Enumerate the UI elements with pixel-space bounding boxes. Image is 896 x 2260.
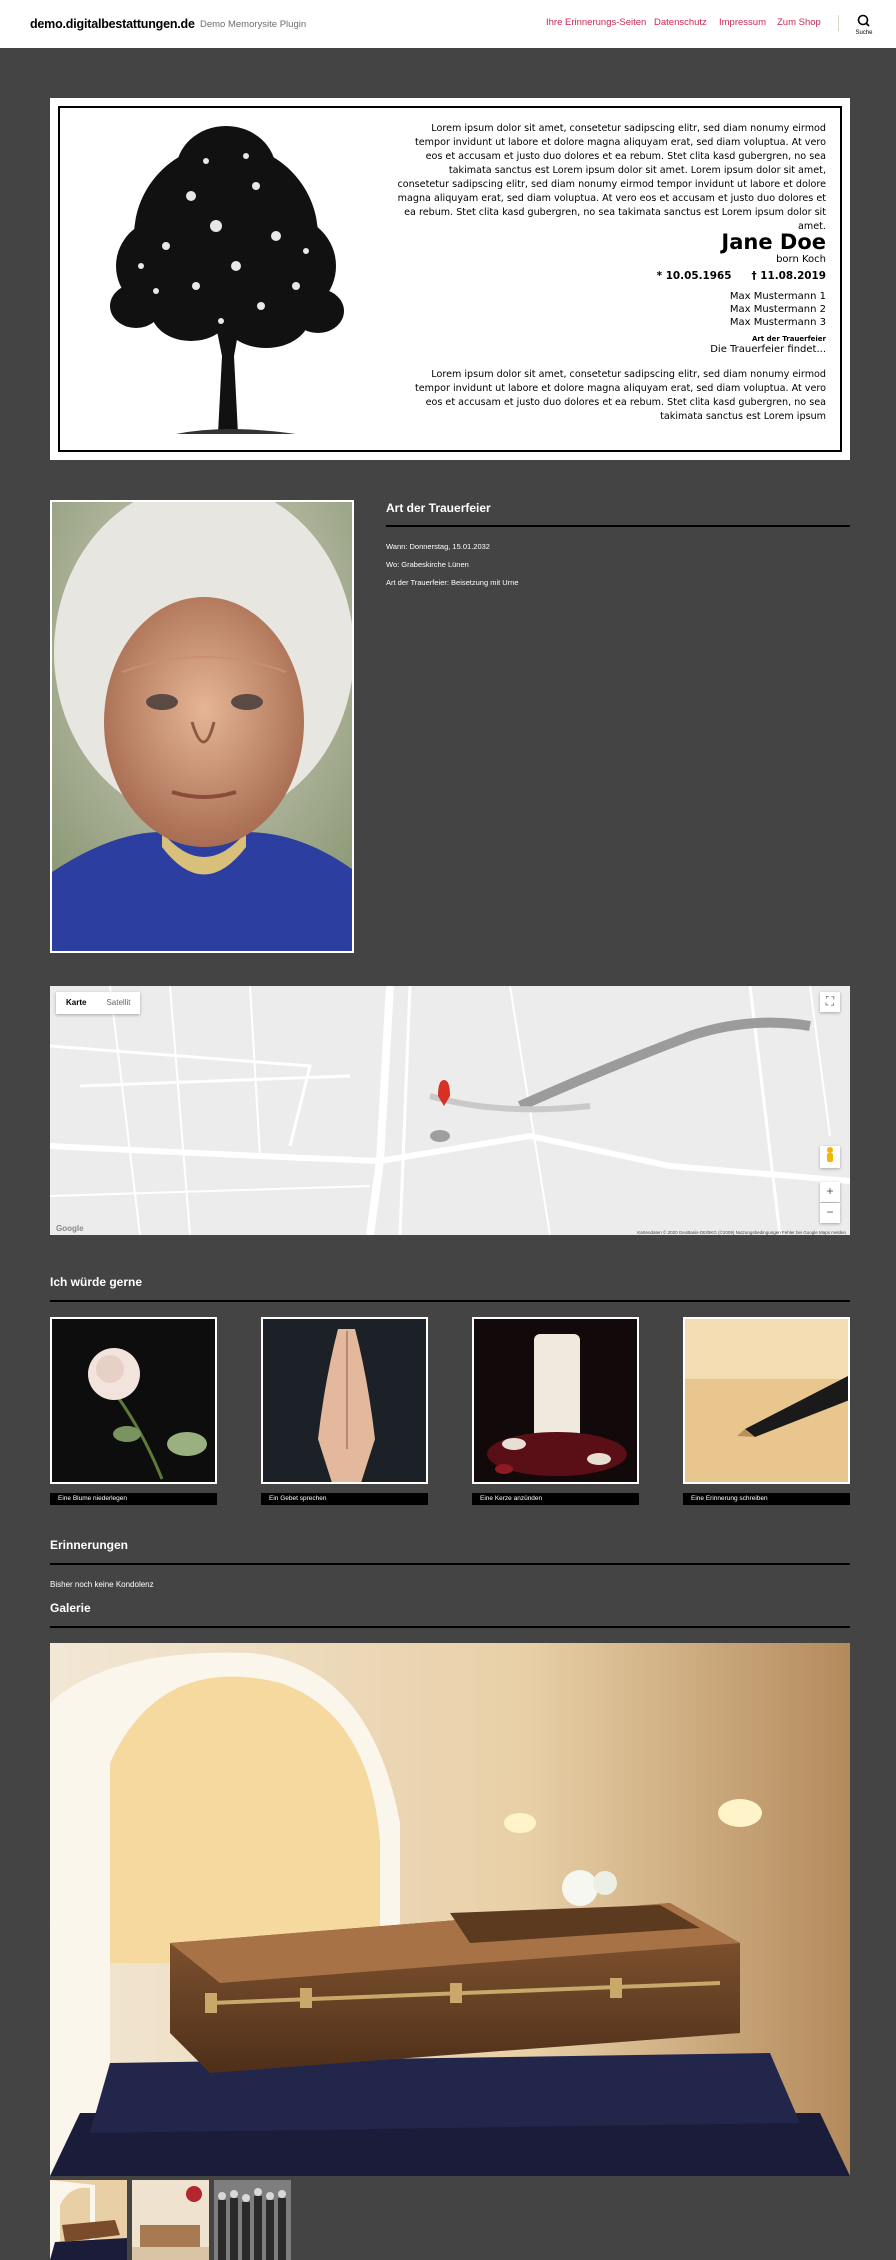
memories-title: Erinnerungen — [50, 1538, 129, 1552]
map-type-toggle[interactable]: Karte Satellit — [56, 992, 141, 1014]
ceremony-title: Art der Trauerfeier — [751, 335, 826, 343]
actions-divider — [50, 1300, 850, 1302]
praying-hands-image — [263, 1319, 426, 1482]
no-condolences-note: Bisher noch keine Kondolenz — [50, 1580, 154, 1589]
tile-candle-label[interactable]: Eine Kerze anzünden — [472, 1493, 639, 1505]
fullscreen-button[interactable]: ⛶ — [820, 992, 840, 1012]
memories-divider — [50, 1563, 850, 1565]
gallery-main-image[interactable] — [50, 1643, 850, 2176]
tile-flower-label[interactable]: Eine Blume niederlegen — [50, 1493, 217, 1505]
tile-memory-label[interactable]: Eine Erinnerung schreiben — [683, 1493, 850, 1505]
funeral-info-title: Art der Trauerfeier — [386, 501, 491, 515]
zoom-out-button[interactable]: − — [820, 1203, 840, 1223]
tile-flower[interactable] — [50, 1317, 217, 1484]
nav-divider — [838, 15, 839, 31]
tile-prayer-label[interactable]: Ein Gebet sprechen — [261, 1493, 428, 1505]
site-header: demo.digitalbestattungen.de Demo Memorys… — [0, 0, 896, 48]
search-icon — [857, 14, 870, 27]
nav-link-privacy[interactable]: Datenschutz — [654, 17, 707, 28]
deceased-name: Jane Doe — [721, 230, 826, 254]
portrait-image — [52, 502, 352, 951]
nav-link-memory-pages[interactable]: Ihre Erinnerungs-Seiten — [546, 17, 646, 28]
tree-illustration — [110, 126, 344, 434]
obituary-intro-text: Lorem ipsum dolor sit amet, consetetur s… — [397, 123, 826, 232]
born-name: born Koch — [776, 254, 826, 265]
obituary-closing-text: Lorem ipsum dolor sit amet, consetetur s… — [415, 369, 826, 422]
obituary-card: Lorem ipsum dolor sit amet, consetetur s… — [50, 98, 850, 460]
map-canvas[interactable] — [50, 986, 850, 1235]
search-label: Suche — [855, 30, 873, 36]
tile-memory[interactable] — [683, 1317, 850, 1484]
death-date: † 11.08.2019 — [751, 270, 826, 282]
site-title[interactable]: demo.digitalbestattungen.de — [30, 17, 195, 31]
minus-icon: − — [826, 1205, 834, 1219]
nav-link-shop[interactable]: Zum Shop — [777, 17, 821, 28]
plus-icon: + — [826, 1184, 834, 1198]
candle-image — [474, 1319, 637, 1482]
street-view-button[interactable] — [820, 1146, 840, 1168]
life-dates: * 10.05.1965 † 11.08.2019 — [396, 270, 826, 282]
search-button[interactable]: Suche — [852, 13, 876, 39]
actions-title: Ich würde gerne — [50, 1275, 143, 1289]
map-attribution[interactable]: Kartendaten © 2020 GeoBasis-DE/BKG (©200… — [637, 1230, 846, 1235]
rose-image — [52, 1319, 215, 1482]
gallery-divider — [50, 1626, 850, 1628]
mourner-3: Max Mustermann 3 — [729, 317, 826, 328]
coffin-photo — [50, 1643, 850, 2176]
birth-date: * 10.05.1965 — [656, 270, 732, 282]
location-map[interactable]: Karte Satellit ⛶ + − Google Kartendaten … — [50, 986, 850, 1235]
zoom-in-button[interactable]: + — [820, 1182, 840, 1202]
gallery-prev-arrow[interactable]: ‹ — [54, 1918, 58, 1932]
site-description: Demo Memorysite Plugin — [200, 19, 307, 30]
gallery-thumb-2[interactable] — [132, 2180, 209, 2260]
gallery-title: Galerie — [50, 1601, 91, 1615]
gallery-thumb-1[interactable] — [50, 2180, 127, 2260]
map-tab-satellite[interactable]: Satellit — [96, 992, 140, 1014]
ceremony-text: Die Trauerfeier findet... — [710, 344, 826, 355]
tile-candle[interactable] — [472, 1317, 639, 1484]
fullscreen-icon: ⛶ — [825, 994, 835, 1008]
funeral-type: Art der Trauerfeier: Beisetzung mit Urne — [386, 578, 519, 587]
funeral-where: Wo: Grabeskirche Lünen — [386, 560, 469, 569]
mourner-2: Max Mustermann 2 — [729, 304, 826, 315]
pegman-icon — [827, 1147, 833, 1162]
map-tab-map[interactable]: Karte — [56, 992, 96, 1014]
pencil-image — [685, 1319, 848, 1482]
gallery-thumb-3[interactable] — [214, 2180, 291, 2260]
nav-link-imprint[interactable]: Impressum — [719, 17, 766, 28]
funeral-when: Wann: Donnerstag, 15.01.2032 — [386, 542, 490, 551]
google-logo[interactable]: Google — [56, 1224, 84, 1233]
funeral-info-divider — [386, 525, 850, 527]
thumb-coffin-image — [50, 2180, 127, 2260]
thumb-crowd-image — [214, 2180, 291, 2260]
thumb-flowers-image — [132, 2180, 209, 2260]
mourner-1: Max Mustermann 1 — [729, 291, 826, 302]
portrait-photo — [50, 500, 354, 953]
tile-prayer[interactable] — [261, 1317, 428, 1484]
